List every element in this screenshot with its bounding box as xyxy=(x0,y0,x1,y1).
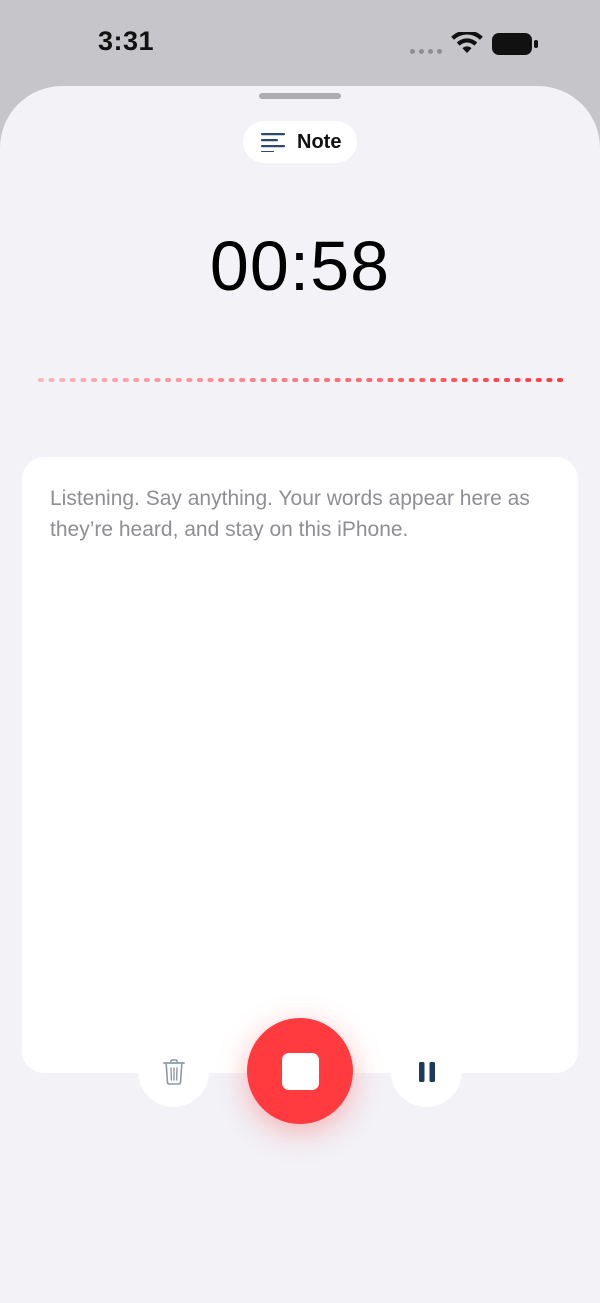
waveform-dot xyxy=(482,378,489,382)
waveform-dot xyxy=(38,378,44,382)
waveform-dot xyxy=(302,378,309,382)
waveform-dot xyxy=(154,378,161,382)
waveform-dot xyxy=(504,378,510,382)
waveform-dot xyxy=(493,378,500,382)
waveform-dot xyxy=(122,378,129,382)
recording-screen: 3:31 Note 00:58 Listening. Say anything.… xyxy=(0,0,600,1303)
mode-label: Note xyxy=(297,130,342,153)
mode-selector-button[interactable]: Note xyxy=(243,121,357,163)
stop-recording-button[interactable] xyxy=(247,1018,353,1124)
waveform-dot xyxy=(429,378,436,382)
transcript-card[interactable]: Listening. Say anything. Your words appe… xyxy=(22,457,578,1073)
waveform-dot xyxy=(260,378,267,382)
audio-waveform xyxy=(38,378,563,382)
pause-button[interactable] xyxy=(391,1036,462,1107)
waveform-dot xyxy=(281,378,288,382)
waveform-dot xyxy=(514,378,521,382)
waveform-dot xyxy=(546,378,553,382)
waveform-dot xyxy=(69,378,76,382)
waveform-dot xyxy=(175,378,182,382)
waveform-dot xyxy=(133,378,140,382)
transcript-placeholder: Listening. Say anything. Your words appe… xyxy=(50,487,530,541)
waveform-dot xyxy=(345,378,352,382)
waveform-dot xyxy=(249,378,256,382)
waveform-dot xyxy=(451,378,458,382)
elapsed-timer: 00:58 xyxy=(209,227,391,305)
text-align-left-icon xyxy=(261,133,285,152)
waveform-dot xyxy=(196,378,203,382)
cellular-signal-icon xyxy=(410,49,442,54)
waveform-dot xyxy=(440,378,447,382)
waveform-dot xyxy=(143,378,150,382)
delete-button[interactable] xyxy=(138,1036,209,1107)
waveform-dot xyxy=(59,378,66,382)
waveform-dot xyxy=(525,378,532,382)
stop-icon xyxy=(281,1052,319,1090)
waveform-dot xyxy=(376,378,383,382)
waveform-dot xyxy=(557,378,563,382)
waveform-dot xyxy=(207,378,214,382)
waveform-dot xyxy=(165,378,172,382)
waveform-dot xyxy=(112,378,119,382)
waveform-dot xyxy=(228,378,235,382)
waveform-dot xyxy=(239,378,246,382)
waveform-dot xyxy=(271,378,277,382)
waveform-dot xyxy=(535,378,542,382)
status-time: 3:31 xyxy=(98,26,155,56)
waveform-dot xyxy=(48,378,55,382)
waveform-dot xyxy=(419,378,426,382)
waveform-dot xyxy=(366,378,373,382)
waveform-dot xyxy=(80,378,87,382)
waveform-dot xyxy=(186,378,193,382)
waveform-dot xyxy=(472,378,479,382)
waveform-dot xyxy=(387,378,394,382)
wifi-icon xyxy=(451,32,483,53)
battery-icon xyxy=(492,33,538,55)
waveform-dot xyxy=(91,378,97,382)
waveform-dot xyxy=(355,378,362,382)
waveform-dot xyxy=(398,378,405,382)
waveform-dot xyxy=(218,378,225,382)
status-bar: 3:31 xyxy=(0,0,600,88)
trash-icon xyxy=(162,1058,185,1085)
waveform-dot xyxy=(461,378,468,382)
waveform-dot xyxy=(334,378,341,382)
pause-icon xyxy=(418,1061,435,1082)
waveform-dot xyxy=(313,378,320,382)
waveform-dot xyxy=(101,378,108,382)
waveform-dot xyxy=(408,378,415,382)
sheet-grabber[interactable] xyxy=(259,93,341,99)
waveform-dot xyxy=(292,378,299,382)
waveform-dot xyxy=(324,378,330,382)
